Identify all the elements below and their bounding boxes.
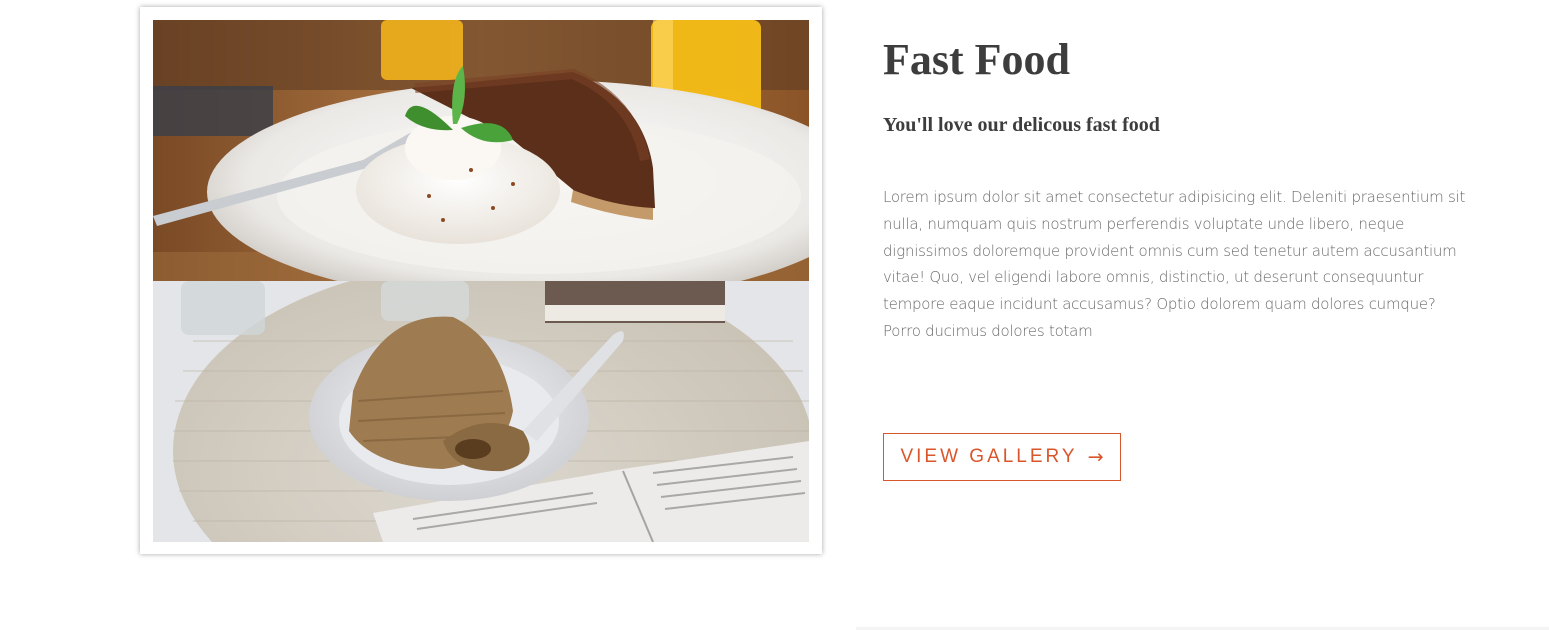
section-title: Fast Food	[883, 35, 1070, 84]
page: Fast Food You'll love our delicous fast …	[0, 0, 1549, 630]
section-subtitle: You'll love our delicous fast food	[883, 114, 1160, 136]
arrow-right-icon: →	[1087, 446, 1104, 468]
photo-card	[140, 7, 822, 554]
photo-chocolate-cake	[153, 20, 809, 281]
view-gallery-button[interactable]: VIEW GALLERY →	[883, 433, 1121, 481]
view-gallery-label: VIEW GALLERY	[900, 446, 1078, 467]
photo-sponge-cake	[153, 281, 809, 542]
section-description: Lorem ipsum dolor sit amet consectetur a…	[883, 188, 1466, 340]
